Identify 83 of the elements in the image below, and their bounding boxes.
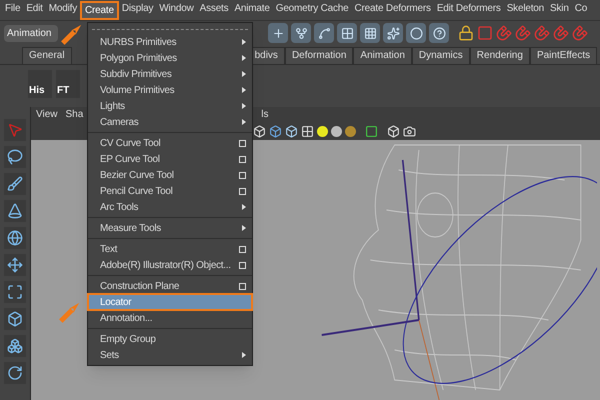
menu-item[interactable]: Lights (88, 98, 252, 114)
option-box-icon[interactable] (239, 246, 246, 252)
submenu-arrow-icon (242, 225, 246, 231)
menu-bar-item[interactable]: Animate (231, 0, 273, 20)
sparkles-icon[interactable] (383, 23, 403, 43)
menu-bar-item[interactable]: Edit Deformers (434, 0, 504, 20)
menu-bar-item[interactable]: Modify (46, 0, 80, 20)
menu-bar-item[interactable]: Create Deformers (352, 0, 434, 20)
shelf-tab[interactable]: Rendering (470, 47, 530, 64)
submenu-arrow-icon (242, 352, 246, 358)
menu-item[interactable]: NURBS Primitives (88, 34, 252, 50)
select-box-icon[interactable] (365, 124, 378, 138)
menu-item[interactable]: Construction Plane (88, 278, 252, 294)
submenu-arrow-icon (242, 204, 246, 210)
menu-bar-item[interactable]: Create (80, 0, 119, 20)
grid-icon[interactable] (337, 23, 357, 43)
help-icon[interactable] (429, 23, 449, 43)
camera-icon[interactable] (403, 124, 416, 138)
menu-bar-item[interactable]: Skin (547, 0, 572, 20)
shelf-tab[interactable]: Dynamics (412, 47, 470, 64)
menu-item[interactable]: Text (88, 241, 252, 257)
submenu-arrow-icon (242, 103, 246, 109)
menu-bar-item[interactable]: Assets (196, 0, 232, 20)
menu-item[interactable]: Bezier Curve Tool (88, 167, 252, 183)
option-box-icon[interactable] (239, 140, 246, 146)
menu-bar-item[interactable]: Co (572, 0, 590, 20)
menu-bar-item[interactable]: File (2, 0, 24, 20)
shelf-tab[interactable]: Animation (353, 47, 412, 64)
menu-set-dropdown[interactable]: Animation (4, 24, 58, 42)
option-box-icon[interactable] (239, 262, 246, 268)
menu-item[interactable]: Cameras (88, 114, 252, 130)
menu-item[interactable]: Measure Tools (88, 220, 252, 236)
option-box-icon[interactable] (239, 172, 246, 178)
panel-menu-item[interactable]: Sha (66, 107, 84, 122)
panel-menu-item[interactable]: View (36, 107, 58, 122)
submenu-arrow-icon (242, 87, 246, 93)
pointer-arrow-icon (58, 300, 82, 324)
menu-bar-item[interactable]: Display (118, 0, 156, 20)
menu-item[interactable]: Empty Group (88, 331, 252, 347)
menu-item[interactable]: Annotation... (88, 310, 252, 326)
menu-bar-item[interactable]: Skeleton (504, 0, 548, 20)
curve-icon[interactable] (314, 23, 334, 43)
menu-item[interactable]: Adobe(R) Illustrator(R) Object... (88, 257, 252, 273)
shelf-tab[interactable]: Deformation (284, 47, 354, 64)
menu-item[interactable]: Volume Primitives (88, 82, 252, 98)
menu-item[interactable]: Arc Tools (88, 199, 252, 215)
menu-item[interactable]: CV Curve Tool (88, 135, 252, 151)
plus-icon[interactable] (268, 23, 288, 43)
option-box-icon[interactable] (239, 282, 246, 290)
fork-icon[interactable] (291, 23, 311, 43)
menu-bar-item[interactable]: Window (156, 0, 197, 20)
lattice-icon[interactable] (360, 23, 380, 43)
pointer-arrow-icon (60, 22, 84, 46)
shelf-tab[interactable]: PaintEffects (530, 47, 598, 64)
menu-bar-item[interactable]: Edit (23, 0, 46, 20)
submenu-arrow-icon (242, 55, 246, 61)
cube-icon[interactable] (285, 124, 298, 138)
panel-menu-item[interactable]: ls (261, 107, 269, 122)
scale-icon[interactable] (4, 281, 26, 303)
lasso-icon[interactable] (4, 146, 26, 168)
move-icon[interactable] (4, 254, 26, 276)
cube-icon[interactable] (4, 308, 26, 330)
menu-bar-item[interactable]: Geometry Cache (272, 0, 352, 20)
menu-item[interactable]: EP Curve Tool (88, 151, 252, 167)
lock-icon[interactable] (458, 25, 474, 41)
blocks-icon[interactable] (4, 335, 26, 357)
menu-item[interactable]: Subdiv Primitives (88, 66, 252, 82)
menu-item[interactable]: Sets (88, 347, 252, 363)
option-box-icon[interactable] (239, 188, 246, 194)
submenu-arrow-icon (242, 39, 246, 45)
submenu-arrow-icon (242, 119, 246, 125)
cone-icon[interactable] (4, 200, 26, 222)
checker-icon[interactable] (301, 124, 314, 138)
shelf-tab[interactable]: General (22, 47, 72, 64)
submenu-arrow-icon (242, 71, 246, 77)
globe-icon[interactable] (4, 227, 26, 249)
option-box-icon[interactable] (239, 156, 246, 162)
menu-item[interactable]: Pencil Curve Tool (88, 183, 252, 199)
brush-icon[interactable] (4, 173, 26, 195)
shelf-button[interactable]: His (28, 70, 52, 98)
rotate-icon[interactable] (4, 362, 26, 384)
shelf-button[interactable]: FT (56, 70, 80, 98)
cube-icon[interactable] (269, 124, 282, 138)
